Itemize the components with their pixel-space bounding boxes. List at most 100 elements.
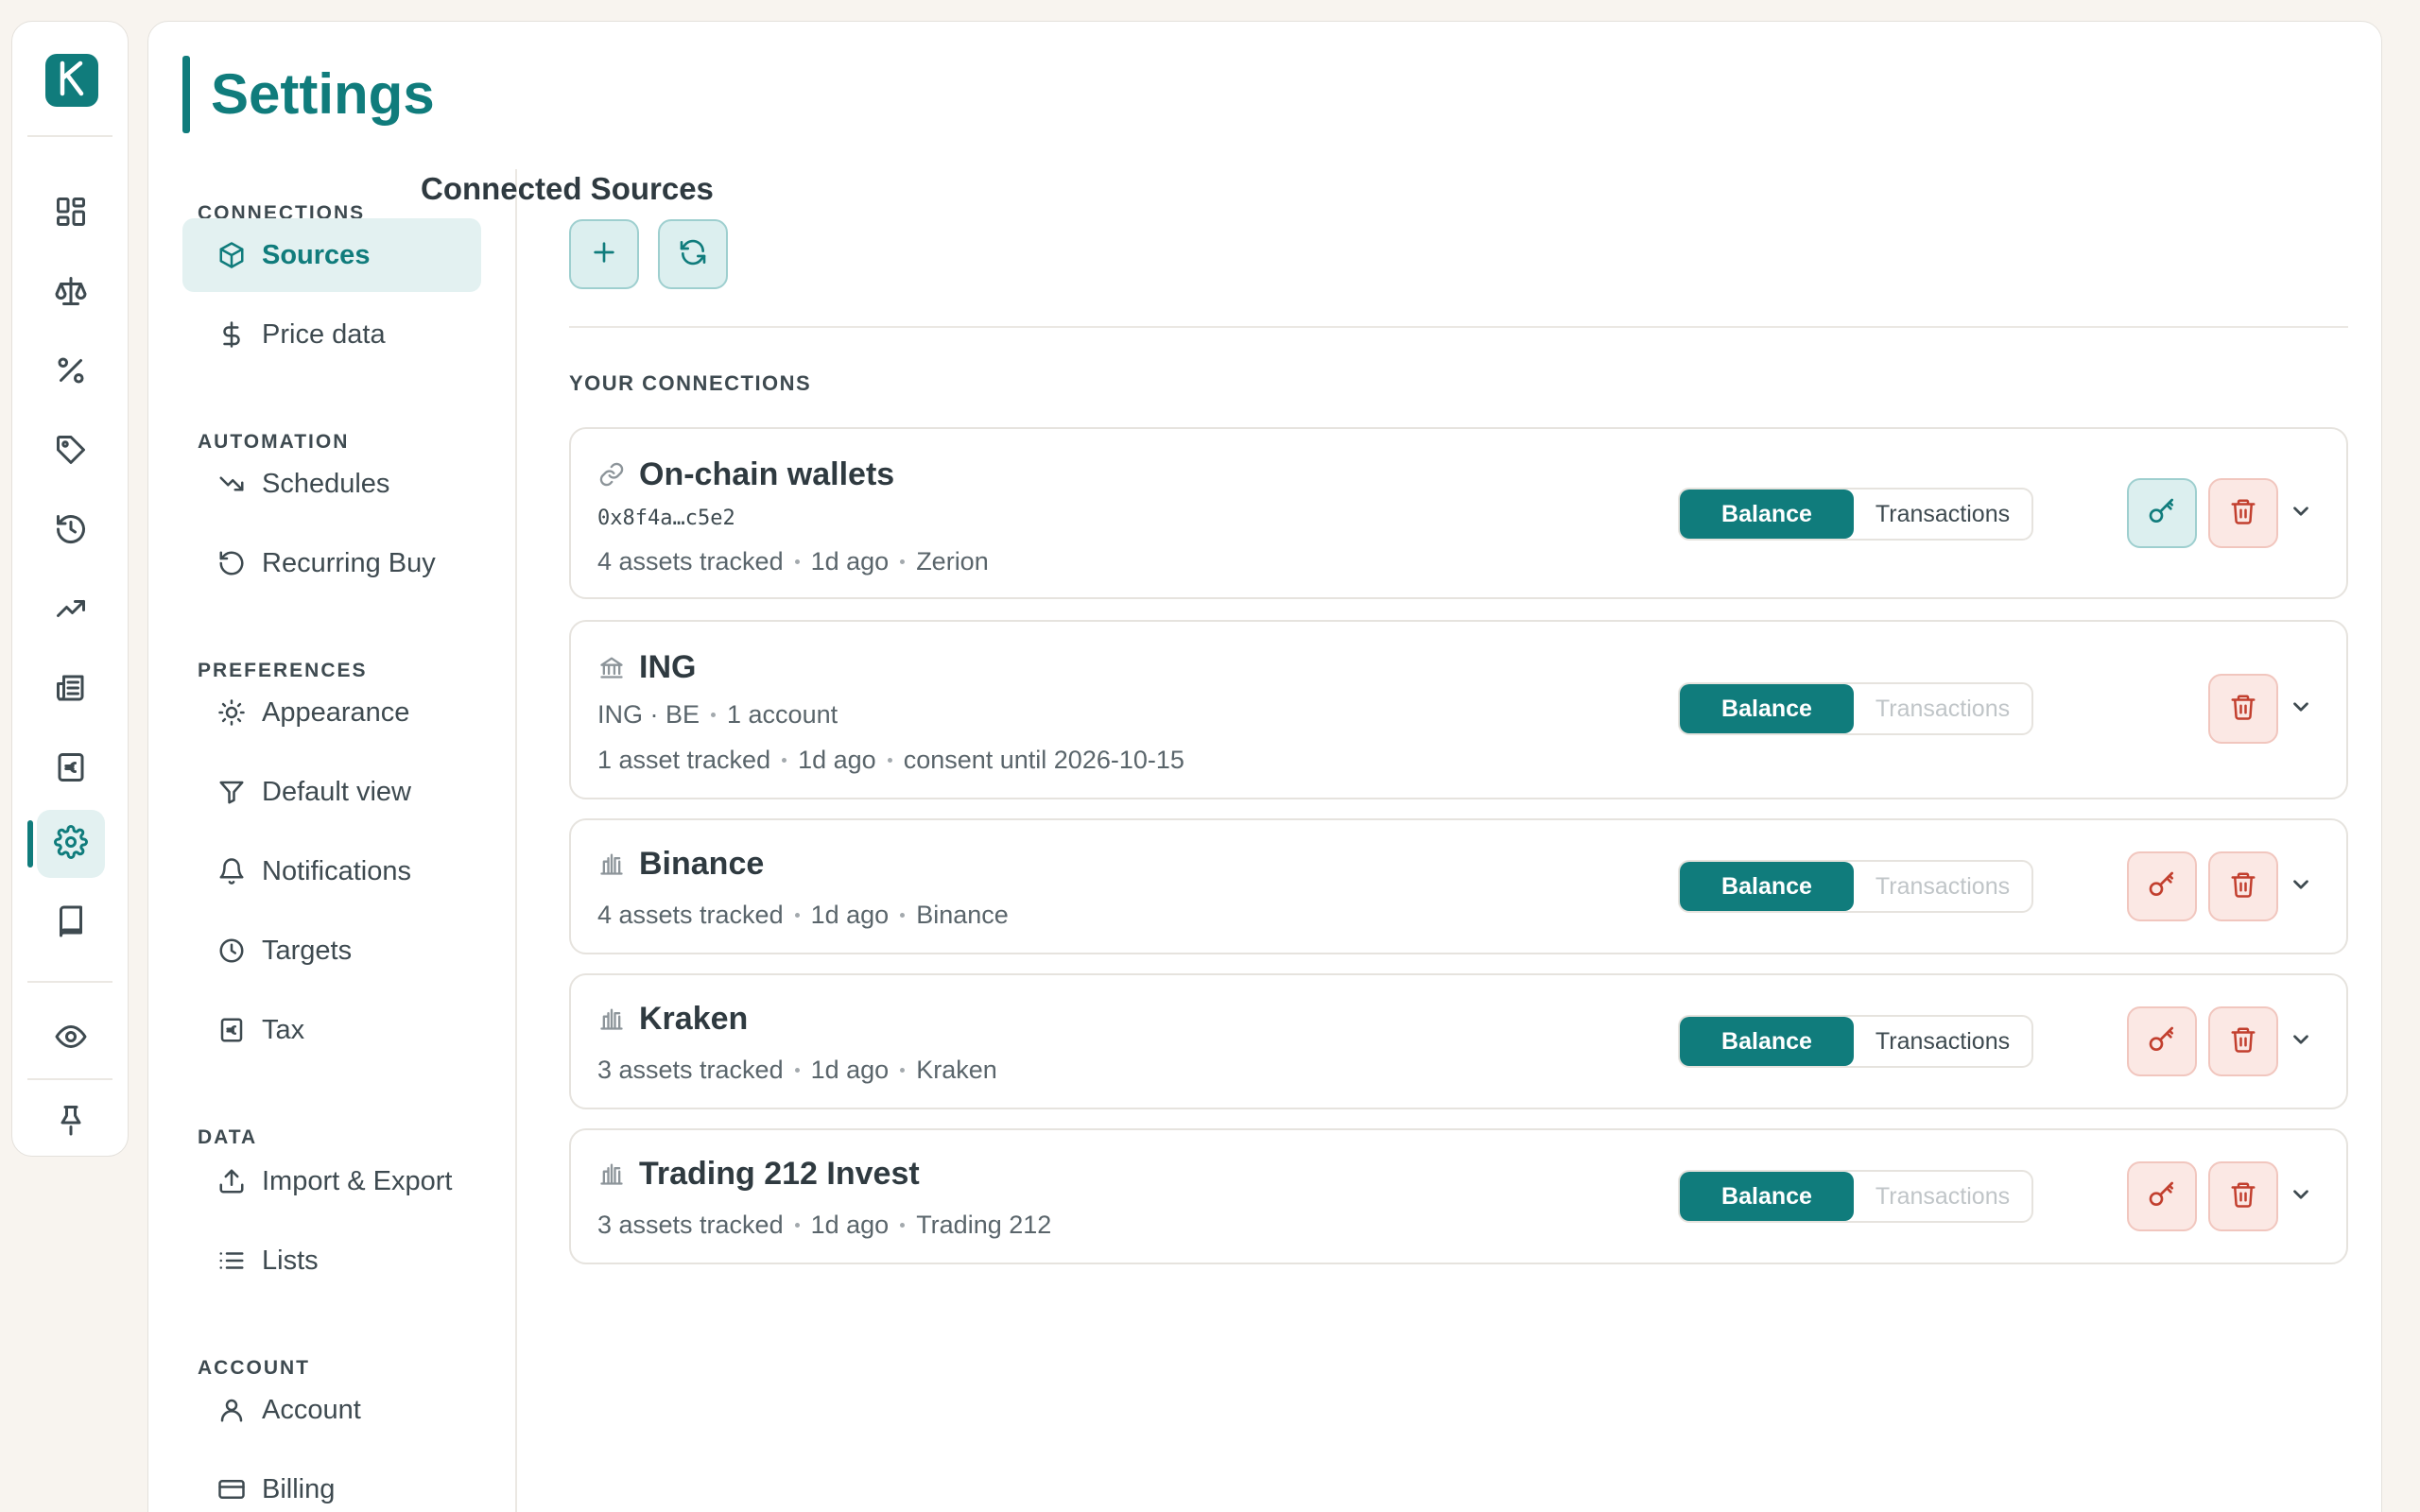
connection-meta: 1 asset tracked 1d ago consent until 202… [597, 745, 1184, 775]
percent-icon [54, 353, 88, 392]
rail-dashboard-button[interactable] [37, 180, 105, 248]
refresh-sources-button[interactable] [658, 219, 728, 289]
balance-option[interactable]: Balance [1680, 1172, 1854, 1221]
key-icon [2147, 869, 2177, 904]
connection-title: Trading 212 Invest [597, 1155, 920, 1194]
nav-item-label: Recurring Buy [262, 547, 436, 578]
rail-docs-button[interactable] [37, 889, 105, 957]
nav-item-label: Lists [262, 1245, 319, 1276]
nav-item-sources[interactable]: Sources [182, 218, 481, 292]
nav-item-account[interactable]: Account [182, 1373, 481, 1447]
your-connections-label: YOUR CONNECTIONS [569, 371, 812, 395]
nav-item-schedules[interactable]: Schedules [182, 447, 481, 521]
provider: Zerion [916, 547, 989, 576]
scale-icon [54, 274, 88, 313]
trash-icon [2229, 1025, 2257, 1058]
nav-item-notifications[interactable]: Notifications [182, 834, 481, 908]
exchange-icon [597, 1005, 626, 1033]
rail-divider [27, 135, 112, 137]
chevron-down-icon [2289, 1182, 2313, 1211]
page-title: Settings [211, 62, 435, 126]
rail-performance-button[interactable] [37, 576, 105, 644]
delete-connection-button[interactable] [2208, 674, 2278, 744]
transactions-option: Transactions [1875, 872, 2011, 900]
nav-item-tax[interactable]: Tax [182, 993, 481, 1067]
rail-history-button[interactable] [37, 497, 105, 565]
rail-percent-button[interactable] [37, 338, 105, 406]
delete-connection-button[interactable] [2208, 478, 2278, 548]
api-key-button[interactable] [2127, 478, 2197, 548]
title-accent-bar [182, 56, 190, 133]
nav-item-price-data[interactable]: Price data [182, 298, 481, 371]
transactions-option[interactable]: Transactions [1854, 1017, 2031, 1066]
consent-expiry: consent until 2026-10-15 [903, 746, 1184, 774]
rail-pin-button[interactable] [37, 1088, 105, 1156]
delete-connection-button[interactable] [2208, 1161, 2278, 1231]
rail-tags-button[interactable] [37, 418, 105, 486]
sync-mode-toggle: Balance Transactions [1678, 488, 2033, 541]
nav-item-default-view[interactable]: Default view [182, 755, 481, 829]
expand-button[interactable] [2282, 1177, 2320, 1215]
connection-name: On-chain wallets [639, 456, 895, 492]
exchange-icon [597, 850, 626, 878]
connection-card-onchain[interactable]: On-chain wallets 0x8f4a…c5e2 4 assets tr… [569, 427, 2348, 599]
connection-card-ing[interactable]: ING ING · BE 1 account 1 asset tracked 1… [569, 620, 2348, 799]
connection-card-kraken[interactable]: Kraken 3 assets tracked 1d ago Kraken Ba… [569, 973, 2348, 1109]
provider: Trading 212 [916, 1211, 1052, 1239]
account-count: 1 account [727, 700, 838, 729]
content-divider [569, 326, 2348, 328]
connection-card-binance[interactable]: Binance 4 assets tracked 1d ago Binance … [569, 818, 2348, 954]
balance-option[interactable]: Balance [1680, 862, 1854, 911]
key-icon [2147, 496, 2177, 531]
connection-name: Kraken [639, 1001, 749, 1037]
delete-connection-button[interactable] [2208, 1006, 2278, 1076]
nav-item-import-export[interactable]: Import & Export [182, 1144, 481, 1218]
connection-card-trading212[interactable]: Trading 212 Invest 3 assets tracked 1d a… [569, 1128, 2348, 1264]
trash-icon [2229, 870, 2257, 903]
rail-news-button[interactable] [37, 656, 105, 724]
expand-button[interactable] [2282, 1022, 2320, 1060]
nav-item-label: Account [262, 1394, 361, 1425]
provider: Kraken [916, 1056, 997, 1084]
expand-button[interactable] [2282, 690, 2320, 728]
assets-tracked: 1 asset tracked [597, 746, 771, 774]
balance-option[interactable]: Balance [1680, 1017, 1854, 1066]
transactions-option[interactable]: Transactions [1854, 490, 2031, 539]
rail-balance-button[interactable] [37, 259, 105, 327]
connection-meta: 4 assets tracked 1d ago Binance [597, 900, 1009, 930]
expand-button[interactable] [2282, 868, 2320, 905]
api-key-button[interactable] [2127, 1006, 2197, 1076]
wallet-address: 0x8f4a…c5e2 [597, 507, 735, 530]
balance-option[interactable]: Balance [1680, 684, 1854, 733]
api-key-button[interactable] [2127, 1161, 2197, 1231]
nav-item-targets[interactable]: Targets [182, 914, 481, 988]
app-logo[interactable] [45, 54, 98, 107]
euro-receipt-icon [54, 750, 88, 789]
chevron-down-icon [2289, 872, 2313, 902]
api-key-button[interactable] [2127, 851, 2197, 921]
rail-tax-button[interactable] [37, 735, 105, 803]
connection-meta: 3 assets tracked 1d ago Trading 212 [597, 1210, 1051, 1240]
last-sync: 1d ago [798, 746, 876, 774]
nav-item-appearance[interactable]: Appearance [182, 676, 481, 749]
delete-connection-button[interactable] [2208, 851, 2278, 921]
expand-button[interactable] [2282, 494, 2320, 532]
nav-item-label: Billing [262, 1473, 336, 1504]
rail-settings-button[interactable] [37, 810, 105, 878]
rail-active-indicator [27, 820, 33, 868]
connection-meta: 3 assets tracked 1d ago Kraken [597, 1055, 997, 1085]
rail-privacy-toggle[interactable] [37, 1005, 105, 1073]
separator-dot [794, 912, 800, 918]
nav-item-lists[interactable]: Lists [182, 1224, 481, 1297]
nav-item-label: Schedules [262, 468, 390, 499]
nav-item-recurring-buy[interactable]: Recurring Buy [182, 526, 481, 600]
nav-item-label: Appearance [262, 696, 410, 728]
last-sync: 1d ago [810, 901, 890, 929]
dollar-icon [216, 319, 247, 350]
connection-name: Binance [639, 846, 765, 882]
last-sync: 1d ago [810, 1211, 890, 1239]
plus-icon [589, 237, 619, 272]
balance-option[interactable]: Balance [1680, 490, 1854, 539]
nav-item-billing[interactable]: Billing [182, 1452, 481, 1512]
add-source-button[interactable] [569, 219, 639, 289]
